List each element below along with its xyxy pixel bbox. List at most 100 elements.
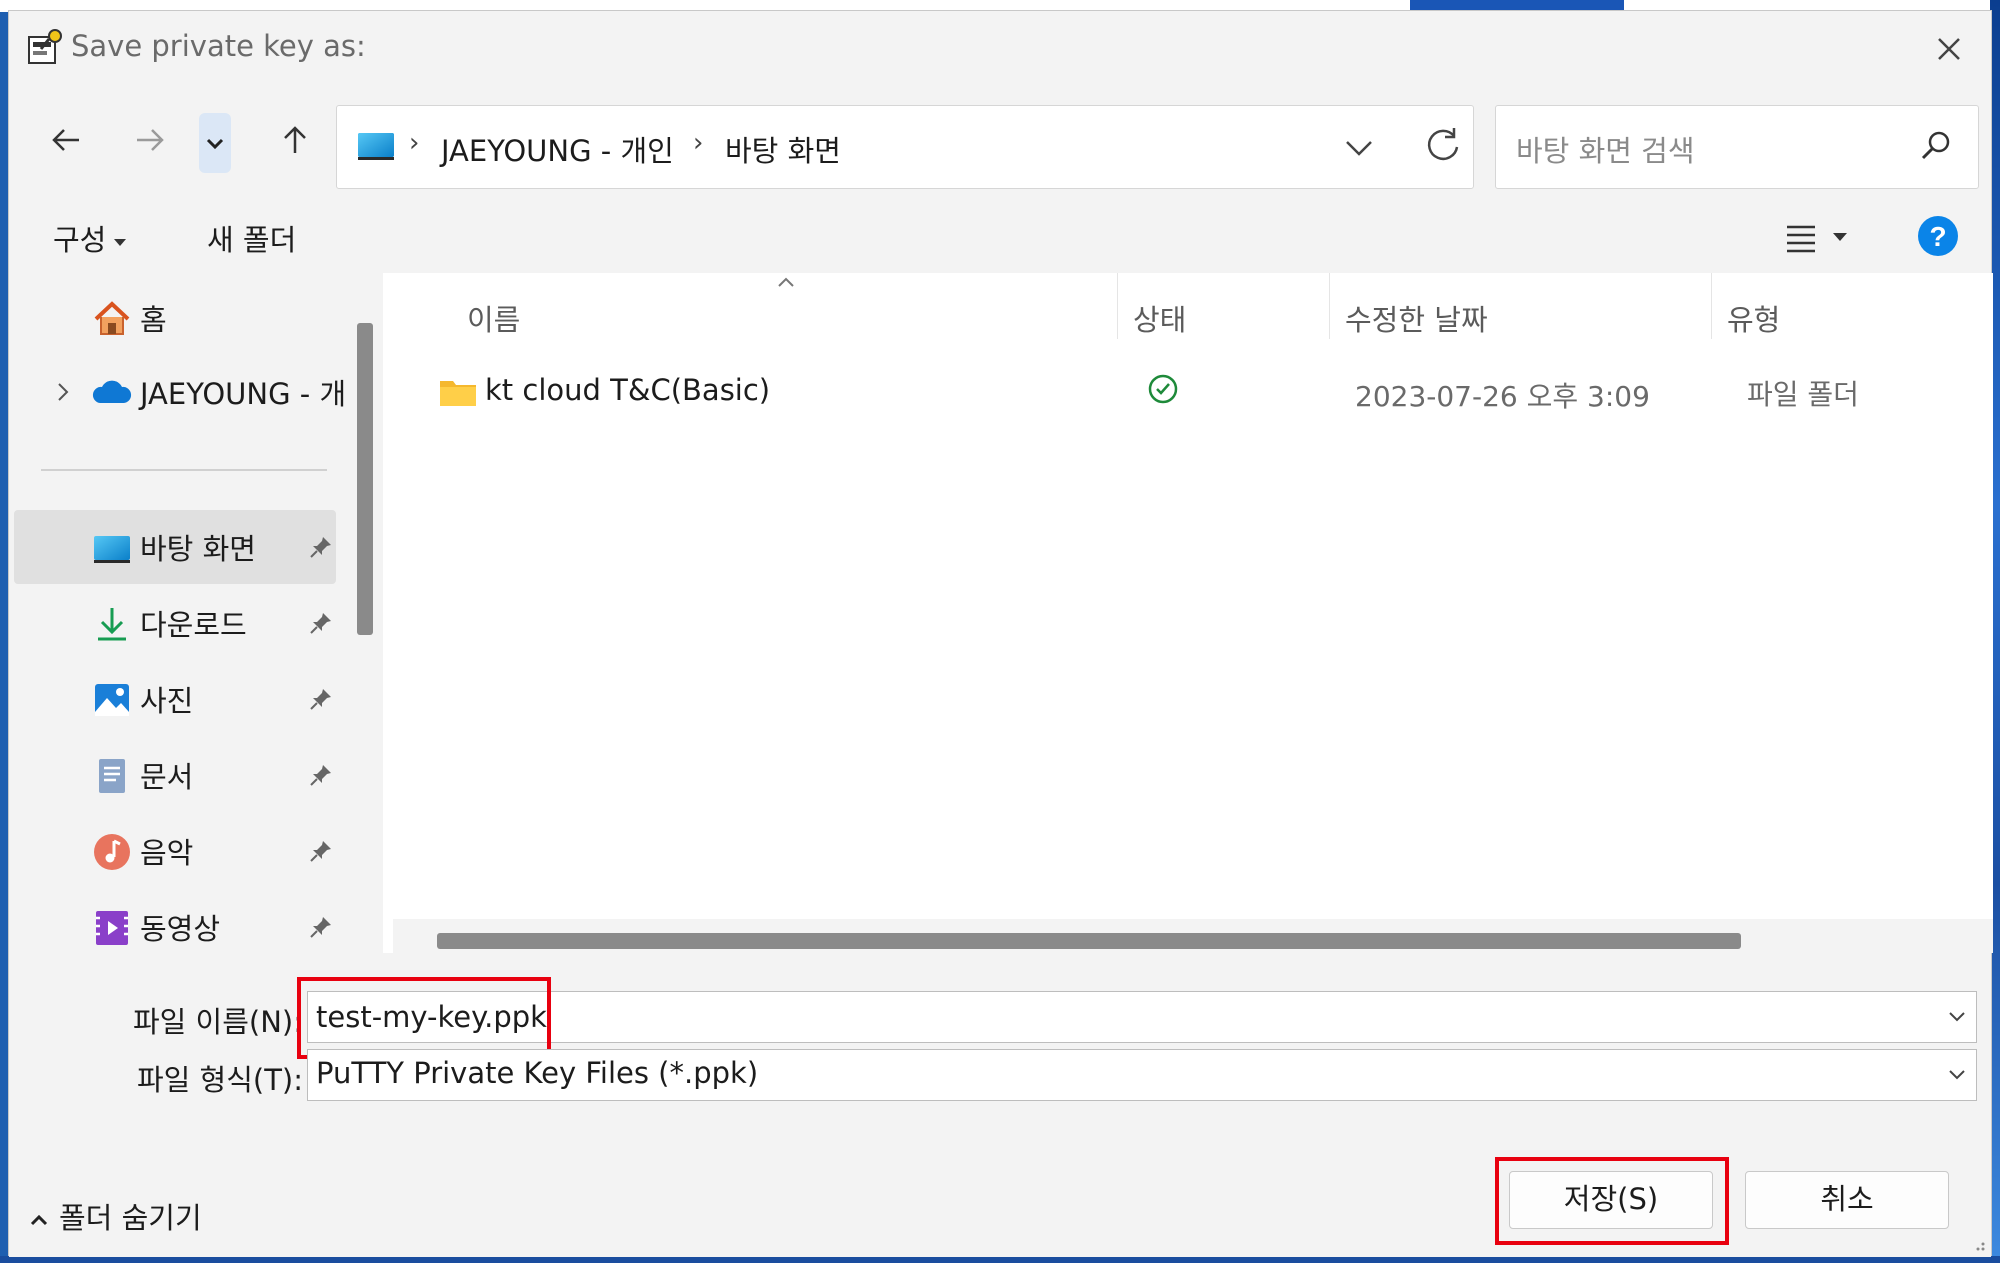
desktop-background-bottom [0, 1256, 2000, 1263]
pin-icon[interactable] [308, 914, 334, 940]
sidebar-item-label: JAEYOUNG - 개 [140, 377, 345, 411]
videos-icon [96, 911, 128, 945]
sidebar-item-desktop[interactable]: 바탕 화면 [14, 510, 336, 584]
up-button[interactable] [272, 117, 318, 163]
home-icon [94, 301, 130, 335]
sidebar-item-label: 다운로드 [140, 608, 247, 642]
breadcrumb-onedrive[interactable]: JAEYOUNG - 개인 [441, 128, 674, 170]
sidebar-item-home[interactable]: 홈 [14, 281, 336, 355]
save-button[interactable]: 저장(S) [1509, 1171, 1713, 1229]
new-folder-button[interactable]: 새 폴더 [207, 217, 296, 259]
filename-input[interactable] [307, 991, 1977, 1043]
synced-check-icon [1148, 374, 1178, 404]
sidebar-divider [41, 469, 327, 471]
download-icon [98, 608, 126, 641]
pin-icon[interactable] [308, 534, 334, 560]
recent-locations-button[interactable] [199, 113, 231, 173]
pin-icon[interactable] [308, 838, 334, 864]
organize-label: 구성 [53, 223, 107, 257]
sidebar-item-pictures[interactable]: 사진 [14, 662, 336, 736]
back-arrow-icon [52, 129, 79, 151]
sidebar-item-label: 홈 [140, 303, 167, 337]
navigation-pane-scrollbar-thumb[interactable] [357, 323, 373, 635]
file-type: 파일 폴더 [1747, 378, 1859, 411]
music-icon [94, 834, 130, 870]
breadcrumb-separator: › [409, 128, 420, 158]
refresh-icon[interactable] [1420, 122, 1466, 168]
sidebar-item-downloads[interactable]: 다운로드 [14, 586, 336, 660]
search-box[interactable]: 바탕 화면 검색 [1495, 105, 1979, 189]
column-header-name[interactable]: 이름 [467, 297, 520, 339]
forward-button[interactable] [127, 117, 173, 163]
address-bar[interactable]: › JAEYOUNG - 개인 › 바탕 화면 [336, 105, 1474, 189]
view-options-caret-icon[interactable] [1833, 233, 1847, 241]
title-bar: Save private key as: [9, 11, 1991, 87]
sidebar-item-videos[interactable]: 동영상 [14, 890, 336, 953]
help-icon[interactable]: ? [1917, 215, 1959, 257]
file-list: 이름 상태 수정한 날짜 유형 kt cloud T&C(Basic) 2023… [393, 273, 1993, 953]
putty-keygen-icon [28, 29, 62, 64]
close-icon[interactable] [1925, 25, 1973, 73]
forward-arrow-icon [137, 129, 164, 151]
chevron-right-icon[interactable] [50, 379, 76, 405]
up-arrow-icon [284, 126, 306, 153]
breadcrumb-desktop[interactable]: 바탕 화면 [725, 128, 841, 170]
column-header-type[interactable]: 유형 [1727, 297, 1780, 339]
save-dialog: Save private key as: › JAEYOUNG - 개인 › 바… [8, 10, 1993, 1257]
sort-ascending-icon [778, 277, 794, 287]
pin-icon[interactable] [308, 762, 334, 788]
pin-icon[interactable] [308, 686, 334, 712]
column-header-modified[interactable]: 수정한 날짜 [1345, 297, 1488, 339]
column-separator[interactable] [1329, 273, 1330, 339]
filetype-label: 파일 형식(T): [136, 1063, 303, 1097]
breadcrumb-separator: › [693, 128, 704, 158]
file-list-horizontal-scrollbar-thumb[interactable] [437, 933, 1741, 949]
dialog-footer: 폴더 숨기기 저장(S) 취소 [9, 1113, 1991, 1257]
address-history-chevron-icon[interactable] [1337, 126, 1381, 170]
sidebar-item-label: 문서 [140, 760, 194, 794]
back-button[interactable] [43, 117, 89, 163]
onedrive-cloud-icon [92, 380, 132, 403]
save-fields: 파일 이름(N): 파일 형식(T): PuTTY Private Key Fi… [9, 953, 1991, 1113]
file-row[interactable]: kt cloud T&C(Basic) 2023-07-26 오후 3:09 파… [419, 369, 1959, 425]
sidebar-item-label: 동영상 [140, 912, 221, 946]
organize-menu[interactable]: 구성 [53, 217, 127, 259]
documents-icon [99, 759, 125, 793]
filetype-select[interactable]: PuTTY Private Key Files (*.ppk) [307, 1049, 1977, 1101]
chevron-down-icon[interactable] [1943, 1003, 1971, 1031]
filename-label: 파일 이름(N): [132, 1005, 303, 1039]
hide-folders-label: 폴더 숨기기 [59, 1201, 202, 1235]
chevron-up-icon [30, 1214, 48, 1226]
search-placeholder: 바탕 화면 검색 [1516, 134, 1695, 168]
content-area: 홈 JAEYOUNG - 개 바탕 화면 다운로드 사진 문서 음악 동영상 이… [9, 273, 1993, 953]
sidebar-item-label: 바탕 화면 [140, 532, 256, 566]
sidebar-item-documents[interactable]: 문서 [14, 738, 336, 812]
column-header-status[interactable]: 상태 [1133, 297, 1186, 339]
column-separator[interactable] [1711, 273, 1712, 339]
chevron-down-icon [206, 138, 224, 150]
cancel-button[interactable]: 취소 [1745, 1171, 1949, 1229]
search-icon[interactable] [1918, 128, 1954, 164]
chevron-down-icon[interactable] [1943, 1061, 1971, 1089]
view-list-icon[interactable] [1781, 219, 1821, 255]
pictures-icon [95, 684, 129, 716]
pin-icon[interactable] [308, 610, 334, 636]
file-name: kt cloud T&C(Basic) [485, 373, 771, 407]
dialog-title: Save private key as: [71, 29, 366, 63]
resize-grip-icon[interactable] [1967, 1233, 1987, 1253]
svg-text:?: ? [1929, 221, 1946, 252]
sidebar-item-music[interactable]: 음악 [14, 814, 336, 888]
navigation-pane: 홈 JAEYOUNG - 개 바탕 화면 다운로드 사진 문서 음악 동영상 [9, 273, 383, 953]
desktop-icon [358, 133, 394, 160]
navigation-bar: › JAEYOUNG - 개인 › 바탕 화면 바탕 화면 검색 [9, 87, 1991, 197]
sidebar-item-onedrive[interactable]: JAEYOUNG - 개 [14, 355, 345, 429]
navigation-pane-viewport: 홈 JAEYOUNG - 개 바탕 화면 다운로드 사진 문서 음악 동영상 [9, 273, 345, 953]
column-separator[interactable] [1117, 273, 1118, 339]
desktop-icon [94, 536, 130, 563]
folder-icon [440, 381, 476, 406]
hide-folders-toggle[interactable]: 폴더 숨기기 [29, 1195, 202, 1237]
caret-down-icon [114, 238, 127, 246]
sidebar-item-label: 사진 [140, 684, 194, 718]
command-bar: 구성 새 폴더 ? [9, 197, 1991, 273]
file-modified-date: 2023-07-26 오후 3:09 [1355, 380, 1650, 413]
